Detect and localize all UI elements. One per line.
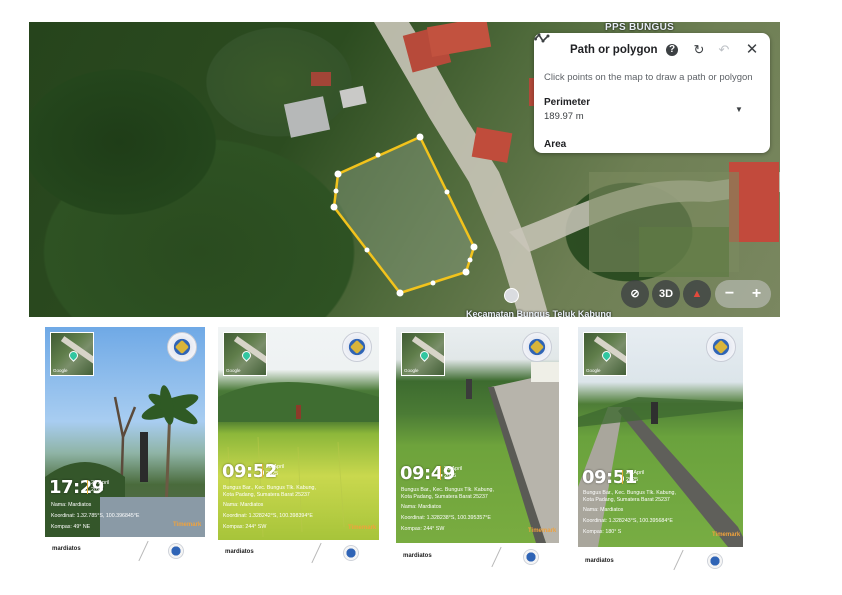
photo-author: mardiatos <box>52 546 81 552</box>
zoom-in-button[interactable]: + <box>743 280 770 308</box>
panel-header: Path or polygon ? ↻ ↶ ✕ <box>534 33 770 67</box>
photo-name: Nama: Mardiatos <box>223 502 264 508</box>
undo-icon[interactable]: ↶ <box>716 42 732 58</box>
photo-name: Nama: Mardiatos <box>583 507 624 513</box>
photo-author: mardiatos <box>403 553 432 559</box>
photo-location-line: Bungus Bar., Kec. Bungus Tlk. Kabung, <box>401 487 494 493</box>
photo-location: Bungus Bar., Kec. Bungus Tlk. Kabung, Ko… <box>401 487 494 500</box>
panel-hint: Click points on the map to draw a path o… <box>544 72 753 83</box>
photo-location: Bungus Bar., Kec. Bungus Tlk. Kabung, Ko… <box>583 490 676 503</box>
divider <box>311 542 322 564</box>
location-minimap: Google <box>583 332 627 376</box>
timemark-watermark: Timemark <box>528 528 557 534</box>
compass-icon[interactable]: ▲ <box>683 280 711 308</box>
3d-button[interactable]: 3D <box>652 280 680 308</box>
photo-author: mardiatos <box>225 549 254 555</box>
photo-date: 28 April 2025 <box>440 466 462 480</box>
location-minimap: Google <box>223 332 267 376</box>
area-label: Area <box>544 139 567 150</box>
divider <box>491 546 502 568</box>
location-minimap: Google <box>50 332 94 376</box>
agency-logo <box>167 332 197 362</box>
photo-card: Google 09:49 28 April 2025 Bungus Bar., … <box>396 327 559 569</box>
photo-location-line: Kota Padang, Sumatera Barat 25237 <box>583 496 670 503</box>
photo-date: 28 April 2025 <box>622 470 644 484</box>
photo-meta: Nama: Mardiatos Koordinat: 1.328243°S, 1… <box>583 505 673 538</box>
agency-badge-icon <box>168 543 184 559</box>
photo-location: Bungus Bar., Kec. Bungus Tlk. Kabung, Ko… <box>223 485 316 498</box>
photo-day: 28 April <box>444 466 463 472</box>
photo-name: Nama: Mardiatos <box>401 504 442 510</box>
photo-date: 28 April 2025 <box>87 480 109 494</box>
photo-compass: Kompas: 244° SW <box>401 526 445 532</box>
chevron-down-icon[interactable]: ▼ <box>735 105 743 114</box>
help-icon[interactable]: ? <box>666 44 678 56</box>
photo-meta: Nama: Mardiatos Koordinat: 1.328238°S, 1… <box>401 502 491 535</box>
photo-location-line: Bungus Bar., Kec. Bungus Tlk. Kabung, <box>583 490 676 496</box>
timemark-watermark: Timemark <box>173 522 202 528</box>
satellite-map[interactable]: PPS BUNGUS Kecamatan Bungus Teluk Kabung… <box>29 22 780 317</box>
tilt-icon[interactable]: ⊘ <box>621 280 649 308</box>
timemark-watermark: Timemark <box>348 525 377 531</box>
photo-coords: Koordinat: 1.328242°S, 100.398394°E <box>223 513 313 519</box>
photo-card: Google 09:52 28 April 2025 Bungus Bar., … <box>218 327 380 564</box>
photo-day: 28 April <box>266 464 285 470</box>
photo-name: Nama: Mardiatos <box>51 502 92 508</box>
photo-year: 2025 <box>626 477 639 483</box>
divider <box>138 540 149 562</box>
divider <box>673 549 684 571</box>
map-place-label-pps-bungus: PPS BUNGUS <box>605 22 675 33</box>
perimeter-label: Perimeter <box>544 97 591 108</box>
photo-location-line: Kota Padang, Sumatera Barat 25237 <box>223 491 310 498</box>
photo-coords: Koordinat: 1.328238°S, 100.395357°E <box>401 515 491 521</box>
field-photo: Google 09:49 28 April 2025 Bungus Bar., … <box>396 327 559 543</box>
photo-day: 28 April <box>626 470 645 476</box>
field-photo: Google 09:51 28 April 2025 Bungus Bar., … <box>578 327 743 547</box>
photo-compass: Kompas: 49° NE <box>51 524 91 530</box>
photo-card: Google 09:51 28 April 2025 Bungus Bar., … <box>578 327 743 572</box>
zoom-control: − + <box>715 280 771 308</box>
photo-meta: Nama: Mardiatos Koordinat: 1.32.785°S, 1… <box>51 500 139 533</box>
photo-year: 2025 <box>91 487 104 493</box>
photo-author: mardiatos <box>585 558 614 564</box>
agency-badge-icon <box>707 553 723 569</box>
path-tool-icon <box>534 33 550 43</box>
panel-title: Path or polygon <box>570 44 658 56</box>
field-photo: Google 09:52 28 April 2025 Bungus Bar., … <box>218 327 379 540</box>
agency-logo <box>342 332 372 362</box>
photo-coords: Koordinat: 1.328243°S, 100.395684°E <box>583 518 673 524</box>
photo-card: Google 17:29 28 April 2025 Nama: Mardiat… <box>45 327 205 563</box>
timemark-watermark: Timemark <box>712 532 741 538</box>
photo-year: 2025 <box>266 471 279 477</box>
field-photo: Google 17:29 28 April 2025 Nama: Mardiat… <box>45 327 205 537</box>
street-view-icon[interactable] <box>504 288 519 303</box>
redo-icon[interactable]: ↻ <box>691 42 707 58</box>
photo-location-line: Bungus Bar., Kec. Bungus Tlk. Kabung, <box>223 485 316 491</box>
location-minimap: Google <box>401 332 445 376</box>
agency-logo <box>522 332 552 362</box>
photo-compass: Kompas: 180° S <box>583 529 622 535</box>
map-place-label-kecamatan: Kecamatan Bungus Teluk Kabung <box>466 309 612 317</box>
photo-date: 28 April 2025 <box>262 464 284 478</box>
photo-location-line: Kota Padang, Sumatera Barat 25237 <box>401 493 488 500</box>
photo-compass: Kompas: 244° SW <box>223 524 267 530</box>
path-or-polygon-panel: Path or polygon ? ↻ ↶ ✕ Click points on … <box>534 33 770 153</box>
zoom-out-button[interactable]: − <box>716 280 743 308</box>
photo-coords: Koordinat: 1.32.785°S, 100.396845°E <box>51 513 140 519</box>
agency-logo <box>706 332 736 362</box>
perimeter-value: 189.97 m <box>544 111 584 122</box>
agency-badge-icon <box>343 545 359 561</box>
photo-meta: Nama: Mardiatos Koordinat: 1.328242°S, 1… <box>223 500 313 533</box>
photo-year: 2025 <box>444 473 457 479</box>
photo-day: 28 April <box>91 480 110 486</box>
close-icon[interactable]: ✕ <box>744 42 760 58</box>
agency-badge-icon <box>523 549 539 565</box>
